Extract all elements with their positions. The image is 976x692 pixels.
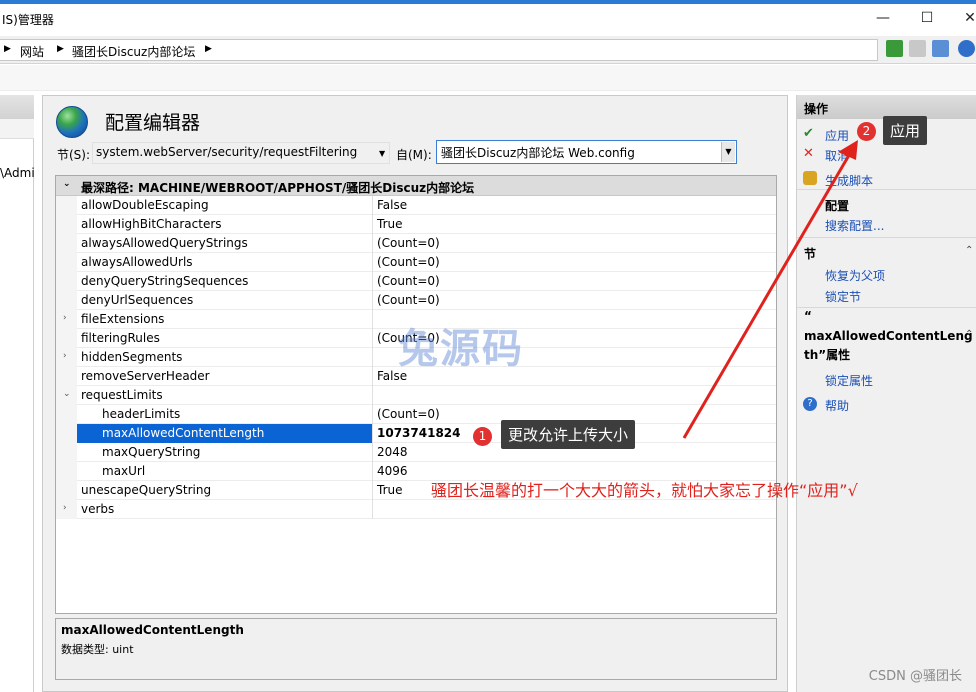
footer-watermark: CSDN @骚团长 <box>868 669 962 684</box>
minimize-button[interactable]: — <box>873 10 893 26</box>
section-input[interactable]: system.webServer/security/requestFilteri… <box>92 142 390 164</box>
table-row[interactable]: maxQueryString 2048 <box>56 443 776 462</box>
description-title: maxAllowedContentLength <box>61 623 244 637</box>
callout-apply: 应用 <box>883 116 928 145</box>
chevron-right-icon: ▶ <box>57 44 64 54</box>
table-row[interactable]: denyUrlSequences (Count=0) <box>56 291 776 310</box>
chevron-down-icon[interactable]: ▼ <box>379 149 385 158</box>
annotation-note: 骚团长温馨的打一个大大的箭头，就怕大家忘了操作“应用”√ <box>431 481 858 500</box>
path-header[interactable]: ⌄ 最深路径: MACHINE/WEBROOT/APPHOST/骚团长Discu… <box>56 176 776 196</box>
lock-attribute-link[interactable]: 锁定属性 <box>825 372 873 389</box>
window-title: IS)管理器 <box>2 13 54 27</box>
callout-change-size: 更改允许上传大小 <box>501 420 636 449</box>
expand-icon[interactable]: › <box>63 351 67 361</box>
step-badge-2: 2 <box>857 122 876 141</box>
chevron-down-icon[interactable]: ▼ <box>721 142 735 162</box>
config-header: 配置 <box>825 199 850 213</box>
command-bar <box>0 65 976 91</box>
description-type: 数据类型: uint <box>61 643 134 656</box>
table-row[interactable]: allowHighBitCharacters True <box>56 215 776 234</box>
check-icon: ✔ <box>803 126 814 141</box>
refresh-icon[interactable] <box>886 40 903 57</box>
cancel-icon: ✕ <box>803 146 814 161</box>
expand-icon[interactable]: › <box>63 313 67 323</box>
address-bar: ▶ 网站 ▶ 骚团长Discuz内部论坛 ▶ <box>0 36 976 64</box>
chevron-right-icon: ▶ <box>205 44 212 54</box>
description-box: maxAllowedContentLength 数据类型: uint <box>55 618 777 680</box>
connections-toolbar <box>0 119 34 139</box>
help-icon: ? <box>803 397 817 411</box>
table-row[interactable]: › verbs <box>56 500 776 519</box>
page-title: 配置编辑器 <box>105 112 201 134</box>
connection-node[interactable]: \Admi <box>0 166 35 180</box>
step-badge-1: 1 <box>473 427 492 446</box>
help-icon[interactable] <box>958 40 975 57</box>
breadcrumb[interactable]: ▶ 网站 ▶ 骚团长Discuz内部论坛 ▶ <box>0 39 878 61</box>
table-row[interactable]: alwaysAllowedQueryStrings (Count=0) <box>56 234 776 253</box>
home-icon[interactable] <box>932 40 949 57</box>
close-button[interactable]: ✕ <box>960 10 976 26</box>
chevron-right-icon: ▶ <box>4 44 11 54</box>
globe-icon <box>56 106 88 138</box>
apply-link[interactable]: 应用 <box>825 127 849 144</box>
cancel-link[interactable]: 取消 <box>825 147 849 164</box>
table-row[interactable]: allowDoubleEscaping False <box>56 196 776 215</box>
attribute-quote: “ <box>804 309 812 323</box>
from-select[interactable]: 骚团长Discuz内部论坛 Web.config <box>436 140 737 164</box>
section-label: 节(S): <box>57 148 91 162</box>
search-config-link[interactable]: 搜索配置... <box>825 217 884 234</box>
help-link[interactable]: 帮助 <box>825 397 849 414</box>
lock-section-link[interactable]: 锁定节 <box>825 288 861 305</box>
property-grid: ⌄ 最深路径: MACHINE/WEBROOT/APPHOST/骚团长Discu… <box>55 175 777 614</box>
table-row[interactable]: denyQueryStringSequences (Count=0) <box>56 272 776 291</box>
connections-pane: \Admi <box>0 95 35 692</box>
expand-icon[interactable]: › <box>63 503 67 513</box>
generate-script-link[interactable]: 生成脚本 <box>825 172 873 189</box>
collapse-icon[interactable]: ⌃ <box>965 329 976 343</box>
config-editor-panel: 配置编辑器 节(S): system.webServer/security/re… <box>42 95 788 692</box>
section-header: 节 <box>804 247 817 261</box>
table-row[interactable]: ⌄ requestLimits <box>56 386 776 405</box>
title-bar: IS)管理器 — ☐ ✕ <box>0 4 976 34</box>
collapse-icon[interactable]: ⌄ <box>63 179 71 189</box>
breadcrumb-site[interactable]: 骚团长Discuz内部论坛 <box>72 43 195 60</box>
maximize-button[interactable]: ☐ <box>917 10 937 26</box>
script-icon <box>803 171 817 185</box>
collapse-icon[interactable]: ⌄ <box>63 389 71 399</box>
breadcrumb-sites[interactable]: 网站 <box>20 43 44 60</box>
actions-pane: 操作 ✔ 应用 ✕ 取消 生成脚本 配置 搜索配置... 节 ⌃ 恢复为父项 锁… <box>796 95 976 692</box>
table-row[interactable]: headerLimits (Count=0) <box>56 405 776 424</box>
stop-icon[interactable] <box>909 40 926 57</box>
revert-to-parent-link[interactable]: 恢复为父项 <box>825 267 885 284</box>
connections-header <box>0 95 34 119</box>
table-row-selected[interactable]: maxAllowedContentLength 1073741824 <box>56 424 776 443</box>
from-label: 自(M): <box>396 148 432 162</box>
attribute-header: maxAllowedContentLeng <box>804 329 973 343</box>
collapse-icon[interactable]: ⌃ <box>965 245 976 259</box>
watermark: 兔源码 <box>398 326 524 372</box>
table-row[interactable]: alwaysAllowedUrls (Count=0) <box>56 253 776 272</box>
attribute-header-cont: th”属性 <box>804 348 851 362</box>
